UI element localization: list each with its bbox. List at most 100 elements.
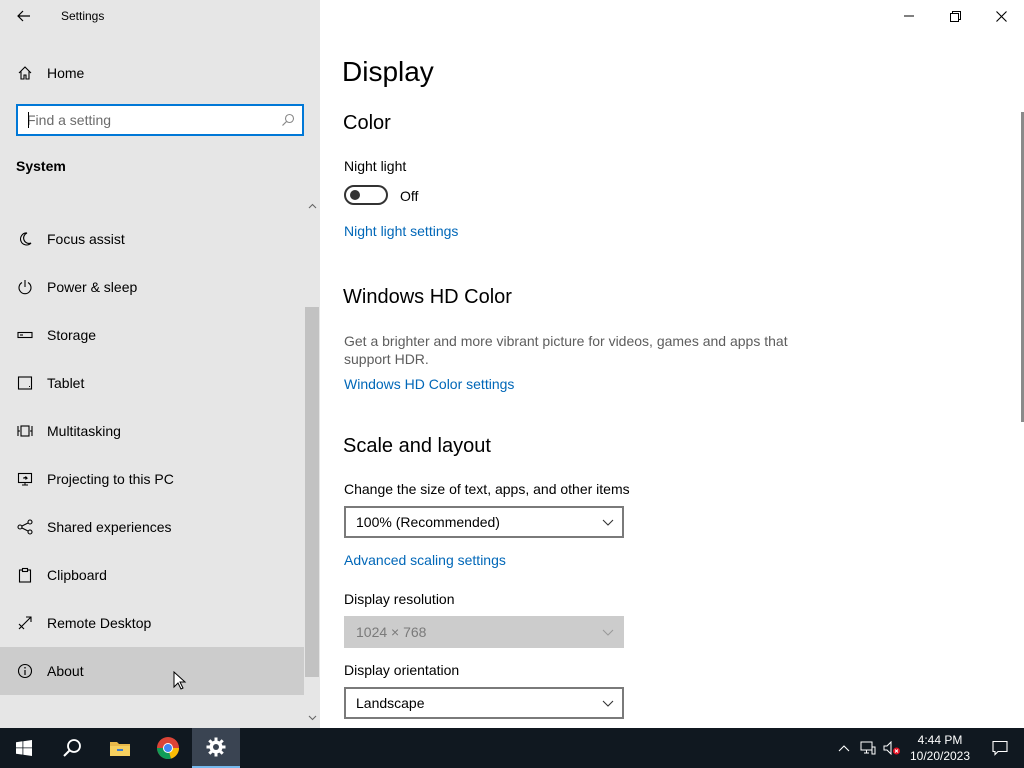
night-light-state: Off <box>400 188 419 204</box>
gear-icon <box>206 737 226 757</box>
minimize-button[interactable] <box>886 0 932 32</box>
scale-layout-heading: Scale and layout <box>343 435 491 457</box>
sidebar-item-clipboard[interactable]: Clipboard <box>0 551 304 599</box>
chevron-down-icon <box>602 519 614 526</box>
info-icon <box>16 662 34 680</box>
scale-dropdown[interactable]: 100% (Recommended) <box>344 506 624 538</box>
close-icon <box>995 10 1007 22</box>
hd-color-settings-link[interactable]: Windows HD Color settings <box>344 376 514 392</box>
chrome-icon <box>157 737 180 760</box>
clock-date: 10/20/2023 <box>909 749 971 763</box>
night-light-toggle[interactable] <box>344 185 388 205</box>
sidebar-item-label: Projecting to this PC <box>47 471 174 487</box>
file-explorer-taskbar-button[interactable] <box>96 728 144 768</box>
search-icon[interactable] <box>274 106 302 134</box>
home-icon <box>16 64 34 82</box>
sidebar-scroll-down-icon[interactable] <box>304 710 320 726</box>
night-light-settings-link[interactable]: Night light settings <box>344 223 458 239</box>
sidebar: Settings Home System Focus assist <box>0 0 320 728</box>
clock[interactable]: 4:44 PM 10/20/2023 <box>904 732 976 764</box>
hd-color-heading: Windows HD Color <box>343 286 512 308</box>
sidebar-item-label: About <box>47 663 84 679</box>
advanced-scaling-link[interactable]: Advanced scaling settings <box>344 552 506 568</box>
sidebar-item-about[interactable]: About <box>0 647 304 695</box>
sidebar-item-focus-assist[interactable]: Focus assist <box>0 215 304 263</box>
close-button[interactable] <box>978 0 1024 32</box>
sidebar-item-shared-experiences[interactable]: Shared experiences <box>0 503 304 551</box>
storage-icon <box>16 326 34 344</box>
back-arrow-icon <box>17 10 30 22</box>
notification-icon <box>992 740 1008 756</box>
night-light-label: Night light <box>344 158 407 174</box>
text-caret <box>28 112 29 128</box>
size-label: Change the size of text, apps, and other… <box>344 481 630 497</box>
restore-icon <box>949 10 961 22</box>
clipboard-icon <box>16 566 34 584</box>
search-icon <box>63 739 81 757</box>
sidebar-item-label: Storage <box>47 327 97 343</box>
moon-icon <box>16 230 34 248</box>
sidebar-item-label: Focus assist <box>47 231 125 247</box>
sidebar-item-multitasking[interactable]: Multitasking <box>0 407 304 455</box>
projecting-icon <box>16 470 34 488</box>
action-center-button[interactable] <box>976 728 1024 768</box>
start-button[interactable] <box>0 728 48 768</box>
chevron-up-icon <box>838 744 850 751</box>
remote-desktop-icon <box>16 614 34 632</box>
toggle-knob <box>350 190 360 200</box>
window-controls <box>886 0 1024 32</box>
sidebar-item-label: Tablet <box>47 375 85 391</box>
sidebar-item-label: Shared experiences <box>47 519 172 535</box>
orientation-label: Display orientation <box>344 662 460 678</box>
back-button[interactable] <box>0 0 48 32</box>
resolution-label: Display resolution <box>344 591 455 607</box>
mouse-cursor-icon <box>173 671 187 690</box>
sidebar-scroll-up-icon[interactable] <box>304 198 320 214</box>
sidebar-item-label: Multitasking <box>47 423 121 439</box>
network-tray-button[interactable] <box>856 728 880 768</box>
sidebar-item-storage[interactable]: Storage <box>0 311 304 359</box>
sidebar-nav-list: Focus assist Power & sleep Storage Table… <box>0 215 304 695</box>
resolution-dropdown-value: 1024 × 768 <box>356 624 427 640</box>
section-heading-system: System <box>16 158 66 174</box>
sidebar-item-projecting[interactable]: Projecting to this PC <box>0 455 304 503</box>
shared-icon <box>16 518 34 536</box>
hd-color-description: Get a brighter and more vibrant picture … <box>344 333 788 367</box>
page-title: Display <box>342 56 434 87</box>
tablet-icon <box>16 374 34 392</box>
power-icon <box>16 278 34 296</box>
volume-muted-icon <box>883 741 900 755</box>
network-icon <box>860 741 876 755</box>
main-content: Display Color Night light Off Night ligh… <box>320 0 1024 728</box>
system-tray: 4:44 PM 10/20/2023 <box>832 728 1024 768</box>
folder-icon <box>110 742 130 756</box>
resolution-dropdown[interactable]: 1024 × 768 <box>344 616 624 648</box>
multitasking-icon <box>16 422 34 440</box>
search-box[interactable] <box>16 104 304 136</box>
settings-taskbar-button[interactable] <box>192 728 240 768</box>
taskbar: 4:44 PM 10/20/2023 <box>0 728 1024 768</box>
home-label: Home <box>47 65 85 81</box>
color-heading: Color <box>343 112 391 134</box>
chevron-down-icon <box>602 629 614 636</box>
home-nav-item[interactable]: Home <box>0 56 320 90</box>
scale-dropdown-value: 100% (Recommended) <box>356 514 500 530</box>
title-bar: Settings <box>0 0 320 32</box>
windows-logo-icon <box>16 740 32 756</box>
restore-button[interactable] <box>932 0 978 32</box>
sidebar-item-label: Clipboard <box>47 567 107 583</box>
show-hidden-icons-button[interactable] <box>832 728 856 768</box>
sidebar-item-tablet[interactable]: Tablet <box>0 359 304 407</box>
sidebar-item-power-sleep[interactable]: Power & sleep <box>0 263 304 311</box>
volume-tray-button[interactable] <box>880 728 904 768</box>
orientation-dropdown[interactable]: Landscape <box>344 687 624 719</box>
sidebar-item-remote-desktop[interactable]: Remote Desktop <box>0 599 304 647</box>
sidebar-scrollbar-thumb[interactable] <box>305 307 319 677</box>
search-input[interactable] <box>18 112 274 128</box>
clock-time: 4:44 PM <box>917 733 963 747</box>
sidebar-item-label: Power & sleep <box>47 279 138 295</box>
chrome-taskbar-button[interactable] <box>144 728 192 768</box>
search-taskbar-button[interactable] <box>48 728 96 768</box>
orientation-dropdown-value: Landscape <box>356 695 425 711</box>
sidebar-item-label: Remote Desktop <box>47 615 152 631</box>
